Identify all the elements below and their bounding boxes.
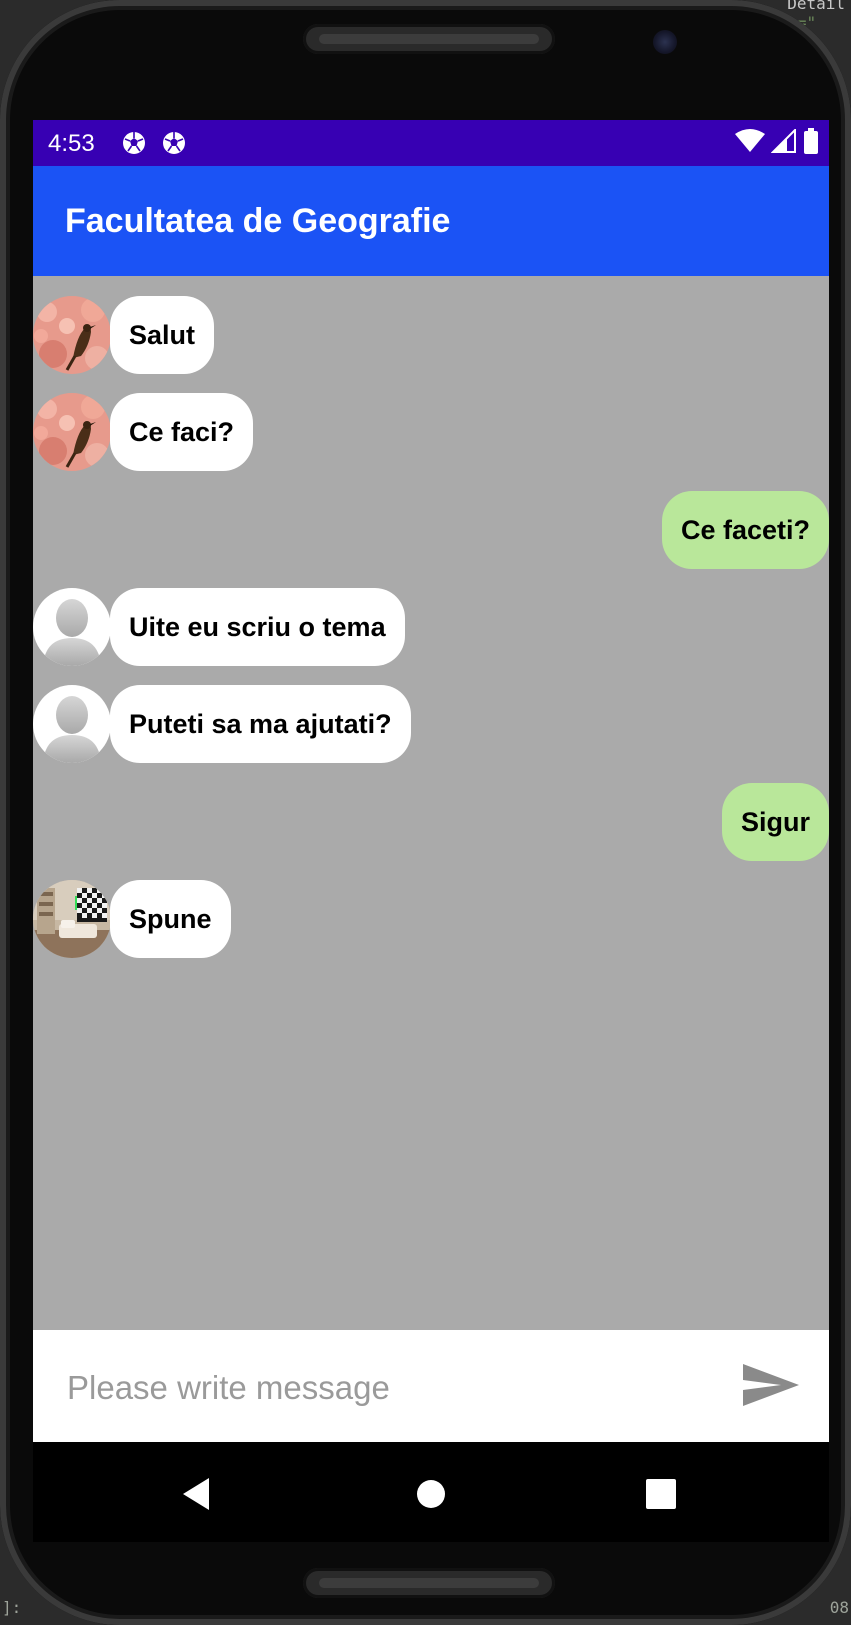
system-navigation-bar [33, 1442, 829, 1542]
message-row: Ce faci? [33, 393, 829, 471]
message-list[interactable]: Salut Ce faci? Ce faceti? Uite eu scriu … [33, 276, 829, 1330]
message-input[interactable] [65, 1360, 689, 1416]
outgoing-message-bubble[interactable]: Sigur [721, 783, 829, 861]
message-row: Puteti sa ma ajutati? [33, 685, 829, 763]
ide-code-fragment-bottom-left: ]: [2, 1598, 22, 1617]
outgoing-message-bubble[interactable]: Ce faceti? [661, 491, 829, 569]
recents-icon [639, 1479, 683, 1520]
device-screen: 4:53 Facultatea de Geografie Salut Ce fa… [33, 120, 829, 1442]
front-camera [653, 30, 677, 54]
send-button[interactable] [741, 1360, 801, 1410]
ide-code-fragment-bottom-right: 08 [829, 1598, 849, 1617]
room-interior-avatar[interactable] [33, 880, 111, 958]
message-row: Spune [33, 880, 829, 958]
signal-icon [770, 127, 797, 158]
message-row: Ce faceti? [33, 491, 829, 569]
ide-code-text: Detail [787, 0, 845, 13]
incoming-message-bubble[interactable]: Spune [110, 880, 231, 958]
nav-recents-button[interactable] [639, 1472, 683, 1516]
incoming-message-bubble[interactable]: Salut [110, 296, 215, 374]
status-time: 4:53 [48, 130, 95, 157]
back-icon [177, 1478, 221, 1520]
soccer-ball-icon [121, 130, 147, 156]
bird-blossom-avatar[interactable] [33, 296, 111, 374]
default-person-avatar[interactable] [33, 588, 111, 666]
phone-speaker-bottom [303, 1568, 555, 1598]
nav-home-button[interactable] [409, 1472, 453, 1516]
status-bar: 4:53 [33, 120, 829, 166]
battery-icon [803, 127, 819, 159]
composer-bar [33, 1330, 829, 1442]
system-status-icons [735, 127, 819, 159]
app-toolbar: Facultatea de Geografie [33, 166, 829, 276]
phone-speaker-top [303, 24, 555, 54]
bird-blossom-avatar[interactable] [33, 393, 111, 471]
incoming-message-bubble[interactable]: Uite eu scriu o tema [110, 588, 405, 666]
incoming-message-bubble[interactable]: Puteti sa ma ajutati? [110, 685, 411, 763]
message-row: Uite eu scriu o tema [33, 588, 829, 666]
home-icon [409, 1480, 453, 1520]
app-title: Facultatea de Geografie [65, 202, 451, 240]
soccer-ball-icon [161, 130, 187, 156]
nav-back-button[interactable] [177, 1472, 221, 1516]
default-person-avatar[interactable] [33, 685, 111, 763]
message-row: Salut [33, 296, 829, 374]
incoming-message-bubble[interactable]: Ce faci? [110, 393, 254, 471]
send-icon [741, 1364, 801, 1414]
phone-frame: 4:53 Facultatea de Geografie Salut Ce fa… [0, 0, 851, 1625]
wifi-icon [735, 128, 765, 158]
message-row: Sigur [33, 783, 829, 861]
